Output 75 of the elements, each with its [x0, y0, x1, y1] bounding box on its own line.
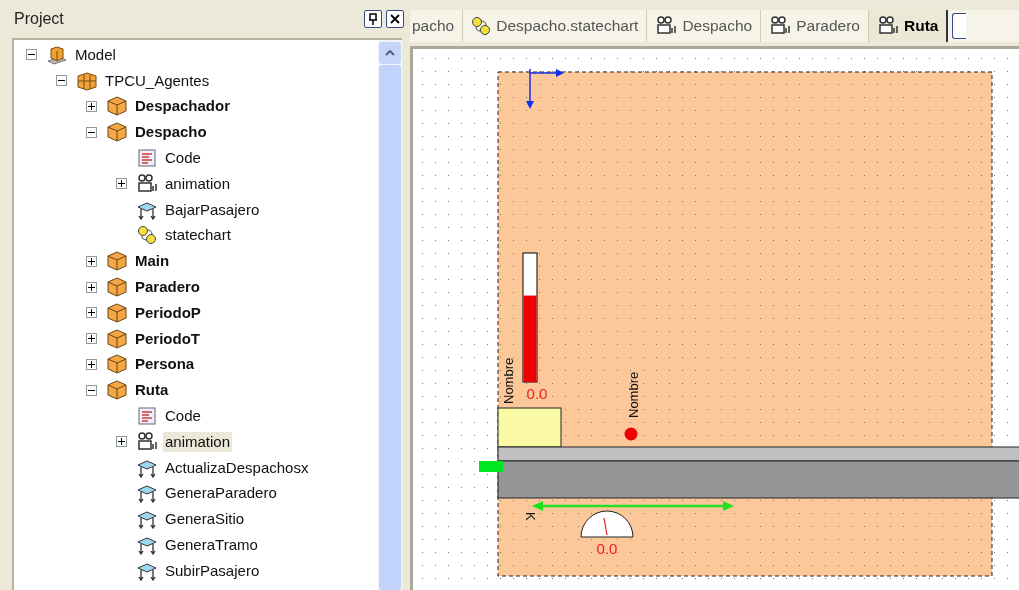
collapse-icon[interactable] — [56, 75, 67, 87]
tree-item[interactable]: GeneraParadero — [163, 483, 279, 504]
cube-icon — [106, 250, 128, 273]
editor-tab[interactable]: pacho — [410, 10, 464, 42]
tree-item[interactable]: TPCU_Agentes — [103, 70, 212, 91]
expand-icon[interactable] — [86, 358, 97, 370]
expand-icon[interactable] — [116, 178, 127, 190]
code-icon — [138, 407, 156, 426]
tree-item[interactable]: Code — [163, 406, 203, 427]
cube-icon — [106, 95, 128, 118]
tree-item[interactable]: Persona — [133, 354, 197, 375]
cube-icon — [106, 301, 128, 324]
tree-item[interactable]: Despacho — [133, 122, 209, 143]
editor-tab[interactable]: Despacho.statechart — [463, 10, 648, 42]
gauge-icon — [580, 510, 634, 538]
tree-item[interactable]: Code — [163, 148, 203, 169]
function-icon — [136, 509, 158, 530]
tree-item[interactable]: ActualizaDespachosx — [163, 457, 311, 478]
camera-icon — [876, 16, 899, 36]
cube-icon — [106, 327, 128, 350]
tree-item[interactable]: statechart — [163, 225, 233, 246]
statechart-icon — [471, 16, 492, 36]
shape-label: Nombre — [501, 357, 516, 404]
camera-icon — [136, 173, 158, 194]
editor-tab[interactable]: Paradero — [761, 10, 869, 42]
expand-icon[interactable] — [86, 255, 97, 267]
scroll-up-button[interactable] — [379, 42, 401, 64]
tree-item[interactable]: PeriodoT — [133, 328, 202, 349]
thermometer-reading: 0.0 — [526, 385, 548, 402]
collapse-icon[interactable] — [26, 49, 37, 61]
expand-icon[interactable] — [116, 436, 127, 448]
code-icon — [138, 149, 156, 168]
axes-icon — [526, 68, 564, 109]
gauge-reading: 0.0 — [596, 540, 618, 557]
close-icon[interactable] — [386, 10, 404, 28]
cube-icon — [106, 276, 128, 299]
tree-item[interactable]: GeneraSitio — [163, 509, 247, 530]
dot — [624, 427, 638, 441]
tree-item[interactable]: Paradero — [133, 277, 203, 298]
tree-item[interactable]: GeneraTramo — [163, 535, 260, 556]
pin-icon[interactable] — [364, 10, 382, 28]
statechart-icon — [137, 225, 157, 246]
boxes-icon — [76, 70, 98, 91]
cube-icon — [106, 379, 128, 402]
model-icon — [46, 44, 68, 65]
cube-icon — [106, 121, 128, 144]
collapse-icon[interactable] — [86, 126, 97, 138]
function-icon — [136, 483, 158, 504]
scroll-tabs-button[interactable] — [952, 13, 967, 39]
cube-icon — [106, 353, 128, 376]
expand-icon[interactable] — [86, 101, 97, 112]
editor-tab[interactable]: Ruta — [868, 10, 949, 42]
tree-item[interactable]: BajarPasajero — [163, 199, 262, 220]
tree-item[interactable]: SubirPasajero — [163, 560, 262, 581]
panel-title: Project — [14, 9, 64, 29]
tree-item[interactable]: animation — [163, 173, 233, 194]
tree-item[interactable]: animation — [163, 431, 233, 452]
editor-tab[interactable]: Despacho — [647, 10, 762, 42]
camera-icon — [136, 431, 158, 452]
tree-item[interactable]: Ruta — [133, 380, 171, 401]
caret-up-icon — [385, 50, 395, 56]
expand-icon[interactable] — [86, 333, 97, 345]
tree-item[interactable]: Despachador — [133, 96, 233, 117]
function-icon — [136, 535, 158, 556]
shape-label: Nombre — [626, 371, 641, 418]
arrow-label: K — [523, 512, 538, 521]
tree-item[interactable]: PeriodoP — [133, 302, 203, 323]
expand-icon[interactable] — [86, 281, 97, 293]
camera-icon — [769, 16, 792, 36]
tree-item[interactable]: Main — [133, 251, 172, 272]
tree-item[interactable]: Model — [73, 44, 118, 65]
expand-icon[interactable] — [86, 307, 97, 319]
collapse-icon[interactable] — [86, 384, 97, 396]
camera-icon — [655, 16, 678, 36]
port-marker — [479, 461, 503, 472]
